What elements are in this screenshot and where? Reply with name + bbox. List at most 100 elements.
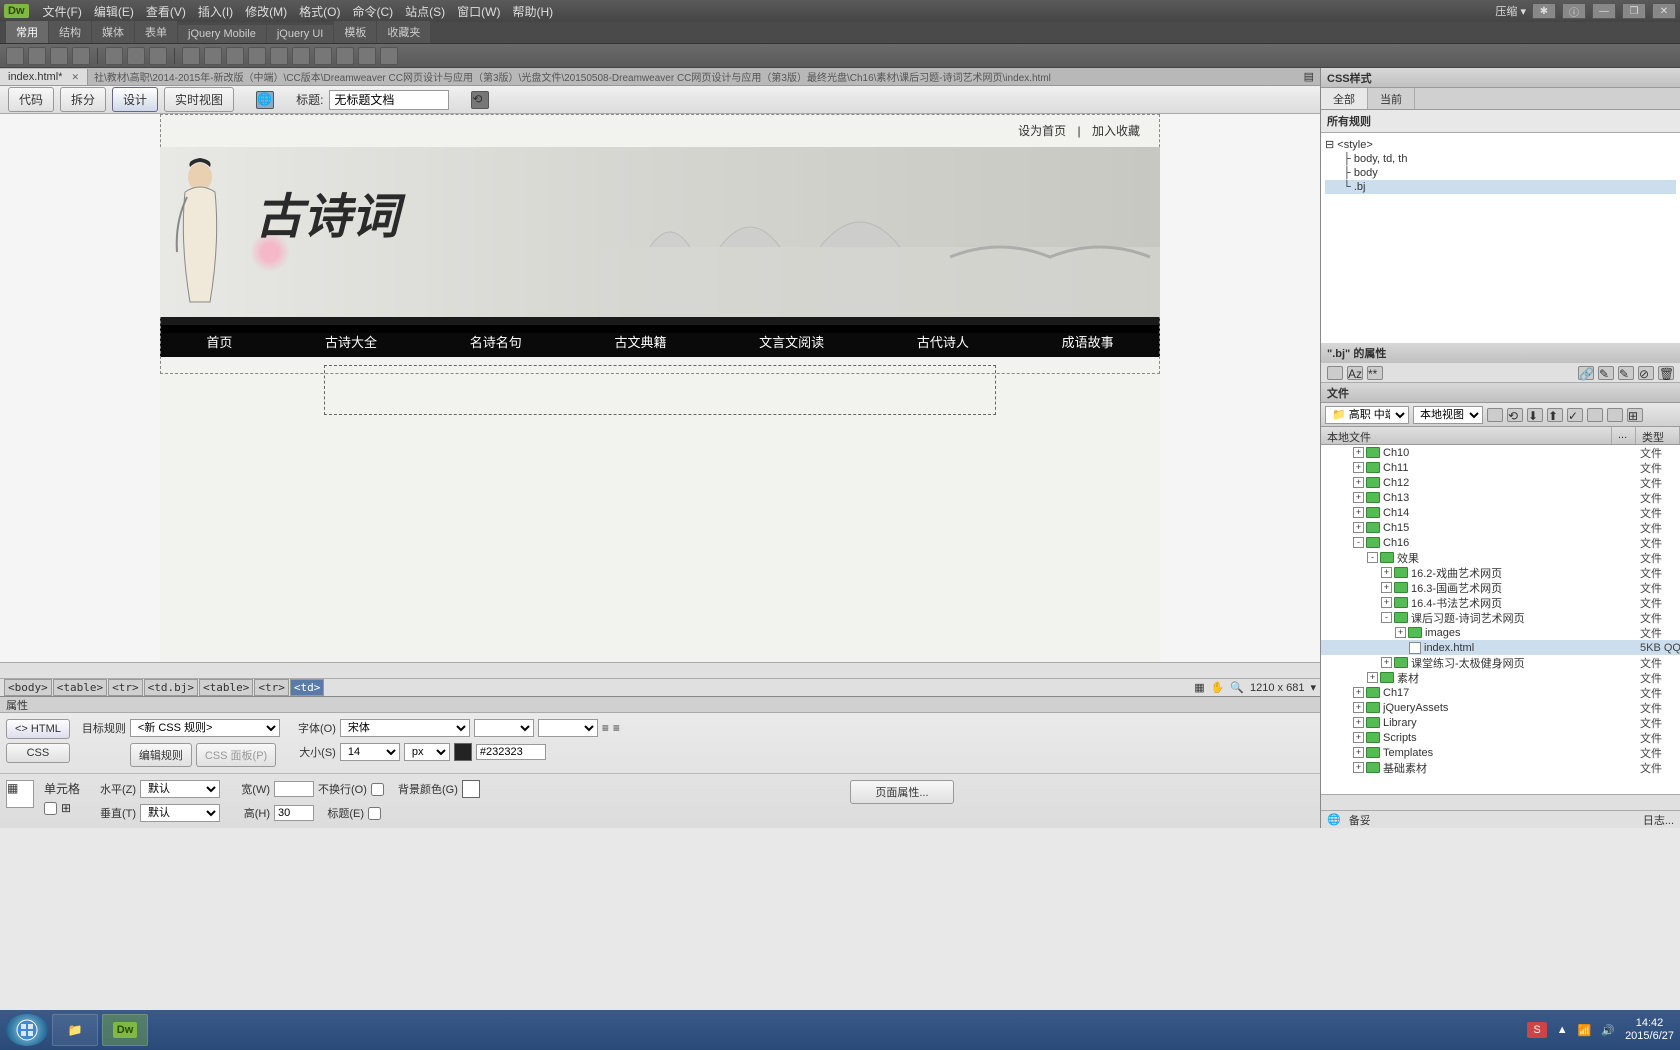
document-tab[interactable]: index.html* ✕ (0, 69, 88, 85)
tree-toggle[interactable]: + (1353, 507, 1364, 518)
font-style-select[interactable] (474, 719, 534, 737)
compress-dropdown[interactable]: 压缩 ▾ (1495, 3, 1526, 19)
tree-toggle[interactable]: + (1353, 477, 1364, 488)
col-dots[interactable]: ... (1612, 427, 1636, 444)
tag-body[interactable]: <body> (4, 679, 52, 696)
insert-icon[interactable] (380, 47, 398, 65)
css-tab-all[interactable]: 全部 (1321, 88, 1368, 109)
tree-toggle[interactable]: + (1353, 492, 1364, 503)
insert-icon[interactable] (6, 47, 24, 65)
design-view-button[interactable]: 设计 (112, 87, 158, 112)
view-select[interactable]: 本地视图 (1413, 406, 1483, 424)
tree-row[interactable]: +jQueryAssets文件 (1321, 700, 1680, 715)
get-icon[interactable]: ⬇ (1527, 408, 1543, 422)
insert-icon[interactable] (336, 47, 354, 65)
category-icon[interactable] (1327, 366, 1343, 380)
log-link[interactable]: 日志... (1643, 812, 1674, 828)
tree-toggle[interactable]: + (1381, 582, 1392, 593)
az-icon[interactable]: Az (1347, 366, 1363, 380)
doc-menu-icon[interactable]: ▤ (1298, 70, 1320, 83)
align-center-icon[interactable]: ≡ (613, 721, 620, 735)
tree-row[interactable]: +基础素材文件 (1321, 760, 1680, 775)
tree-row[interactable]: +课堂练习-太极健身网页文件 (1321, 655, 1680, 670)
nav-home[interactable]: 首页 (186, 332, 252, 351)
split-cell-icon[interactable]: ⊞ (61, 801, 71, 815)
css-panel-button[interactable]: CSS 面板(P) (196, 743, 276, 767)
document-title-input[interactable] (329, 90, 449, 110)
insert-icon[interactable] (149, 47, 167, 65)
put-icon[interactable]: ⬆ (1547, 408, 1563, 422)
site-select[interactable]: 📁 高职 中端 (1325, 406, 1409, 424)
tree-row[interactable]: +Templates文件 (1321, 745, 1680, 760)
tree-row[interactable]: +Ch11文件 (1321, 460, 1680, 475)
close-icon[interactable]: ✕ (71, 72, 79, 82)
disable-icon[interactable]: ⊘ (1638, 366, 1654, 380)
tag-td-bj[interactable]: <td.bj> (144, 679, 198, 696)
menu-window[interactable]: 窗口(W) (451, 1, 506, 22)
tree-row[interactable]: +Library文件 (1321, 715, 1680, 730)
taskbar-clock[interactable]: 14:42 2015/6/27 (1625, 1017, 1674, 1043)
size-select[interactable]: 14 (340, 743, 400, 761)
hand-tool-icon[interactable]: ✋ (1211, 681, 1225, 694)
tab-favorites[interactable]: 收藏夹 (377, 21, 430, 43)
file-tree[interactable]: +Ch10文件+Ch11文件+Ch12文件+Ch13文件+Ch14文件+Ch15… (1321, 445, 1680, 794)
tree-row[interactable]: -效果文件 (1321, 550, 1680, 565)
col-local-files[interactable]: 本地文件 (1321, 427, 1612, 444)
tree-row[interactable]: +Ch12文件 (1321, 475, 1680, 490)
task-explorer[interactable]: 📁 (52, 1014, 98, 1046)
css-tab-current[interactable]: 当前 (1368, 88, 1415, 109)
menu-view[interactable]: 查看(V) (140, 1, 192, 22)
font-select[interactable]: 宋体 (340, 719, 470, 737)
files-hscroll[interactable] (1321, 794, 1680, 810)
insert-icon[interactable] (270, 47, 288, 65)
html-mode-button[interactable]: <> HTML (6, 719, 70, 739)
tree-toggle[interactable]: + (1353, 522, 1364, 533)
insert-icon[interactable] (358, 47, 376, 65)
insert-icon[interactable] (248, 47, 266, 65)
tree-row[interactable]: -Ch16文件 (1321, 535, 1680, 550)
text-color-input[interactable] (476, 744, 546, 760)
insert-icon[interactable] (72, 47, 90, 65)
expand-icon[interactable]: ⊞ (1627, 408, 1643, 422)
tree-row[interactable]: +Scripts文件 (1321, 730, 1680, 745)
height-input[interactable] (274, 805, 314, 821)
task-dreamweaver[interactable]: Dw (102, 1014, 148, 1046)
refresh-icon[interactable]: ⟲ (1507, 408, 1523, 422)
split-view-button[interactable]: 拆分 (60, 87, 106, 112)
css-mode-button[interactable]: CSS (6, 743, 70, 763)
start-button[interactable] (6, 1014, 48, 1046)
canvas-size[interactable]: 1210 x 681 (1250, 682, 1304, 694)
tree-row[interactable]: +Ch15文件 (1321, 520, 1680, 535)
tree-toggle[interactable]: + (1353, 687, 1364, 698)
nav-idioms[interactable]: 成语故事 (1042, 332, 1134, 351)
page-properties-button[interactable]: 页面属性... (850, 780, 953, 804)
nav-reading[interactable]: 文言文阅读 (739, 332, 844, 351)
link-icon[interactable]: 🔗 (1578, 366, 1594, 380)
tree-row[interactable]: +images文件 (1321, 625, 1680, 640)
insert-icon[interactable] (292, 47, 310, 65)
tree-row[interactable]: +Ch10文件 (1321, 445, 1680, 460)
tag-table[interactable]: <table> (53, 679, 107, 696)
tree-toggle[interactable]: + (1353, 732, 1364, 743)
col-type[interactable]: 类型 (1636, 427, 1680, 444)
font-weight-select[interactable] (538, 719, 598, 737)
insert-icon[interactable] (182, 47, 200, 65)
tree-row[interactable]: +Ch14文件 (1321, 505, 1680, 520)
connect-icon[interactable] (1487, 408, 1503, 422)
menu-edit[interactable]: 编辑(E) (88, 1, 140, 22)
delete-icon[interactable]: 🗑 (1658, 366, 1674, 380)
tree-toggle[interactable]: - (1353, 537, 1364, 548)
tray-volume-icon[interactable]: 🔊 (1601, 1024, 1615, 1037)
select-tool-icon[interactable]: ▦ (1194, 681, 1204, 694)
refresh-icon[interactable]: ⟲ (471, 91, 489, 109)
tab-templates[interactable]: 模板 (334, 21, 376, 43)
tree-row[interactable]: index.html5KB QQB. (1321, 640, 1680, 655)
tab-jqui[interactable]: jQuery UI (267, 25, 333, 43)
sync-icon[interactable] (1607, 408, 1623, 422)
close-button[interactable]: ✕ (1652, 3, 1676, 19)
checkout-icon[interactable]: ✓ (1567, 408, 1583, 422)
width-input[interactable] (274, 781, 314, 797)
tray-flag-icon[interactable]: ▲ (1557, 1024, 1568, 1036)
tree-toggle[interactable]: + (1395, 627, 1406, 638)
tree-toggle[interactable]: + (1367, 672, 1378, 683)
